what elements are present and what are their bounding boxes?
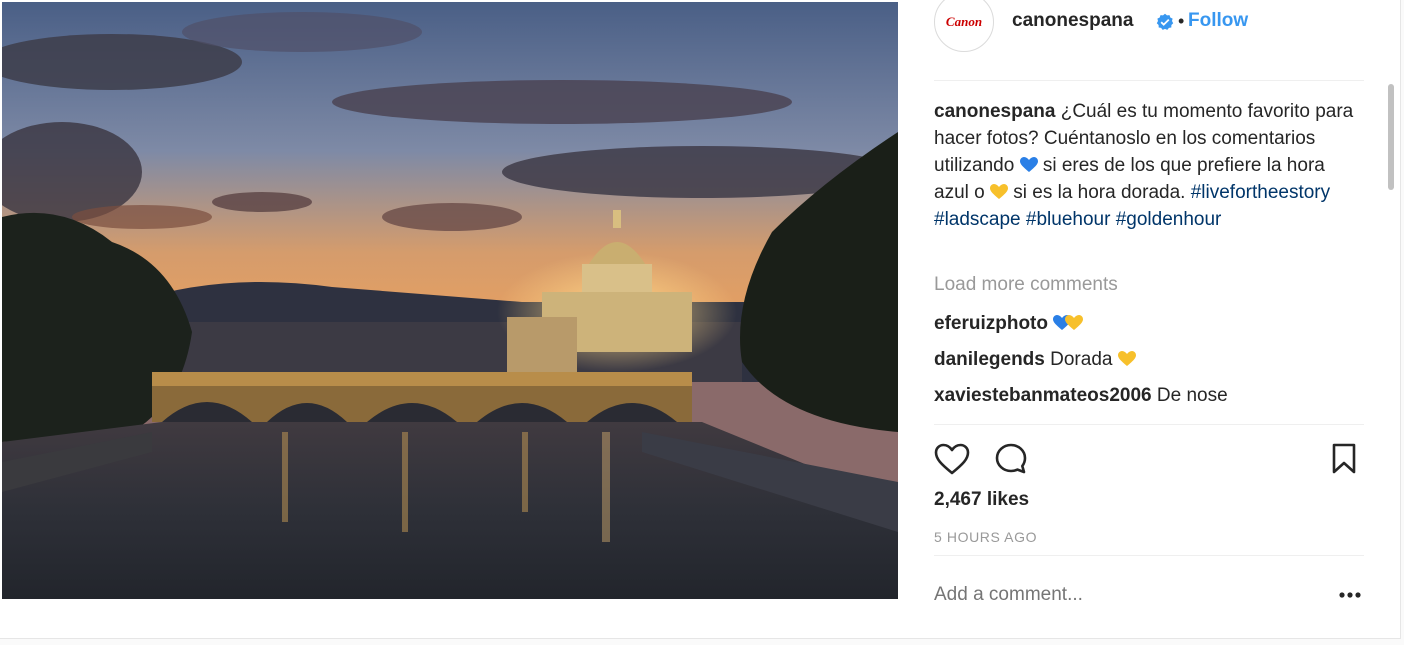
load-more-comments-button[interactable]: Load more comments bbox=[934, 274, 1118, 296]
yellow-heart-emoji-icon bbox=[1065, 315, 1084, 330]
caption-username[interactable]: canonespana bbox=[934, 101, 1055, 122]
yellow-heart-emoji-icon bbox=[989, 184, 1008, 199]
post-caption: canonespana ¿Cuál es tu momento favorito… bbox=[934, 98, 1354, 233]
avatar-logo-text: Canon bbox=[945, 14, 983, 29]
likes-count[interactable]: 2,467 likes bbox=[934, 489, 1029, 511]
rome-sunset-image bbox=[2, 2, 898, 599]
header-separator: • bbox=[1178, 11, 1185, 31]
comment-bubble-icon[interactable] bbox=[994, 442, 1028, 476]
comment-username[interactable]: eferuizphoto bbox=[934, 313, 1048, 334]
comment-row: danilegends Dorada bbox=[934, 348, 1136, 372]
hashtag-bluehour[interactable]: #bluehour bbox=[1026, 209, 1111, 230]
comments-list[interactable]: canonespana ¿Cuál es tu momento favorito… bbox=[934, 82, 1364, 422]
instagram-post: Canon canonespana • Follow canonespana ¿… bbox=[0, 0, 1401, 639]
add-comment-input[interactable] bbox=[934, 584, 1254, 606]
post-photo[interactable] bbox=[2, 2, 898, 599]
comments-scrollbar[interactable] bbox=[1388, 84, 1394, 190]
comment-row: xaviestebanmateos2006 De nose bbox=[934, 384, 1228, 408]
hashtag-goldenhour[interactable]: #goldenhour bbox=[1116, 209, 1222, 230]
comment-text: De nose bbox=[1156, 385, 1228, 406]
like-heart-icon[interactable] bbox=[934, 443, 970, 475]
comment-row: eferuizphoto bbox=[934, 312, 1084, 336]
more-options-icon[interactable] bbox=[1338, 590, 1362, 600]
caption-text-3: si es la hora dorada. bbox=[1013, 182, 1186, 203]
comment-text: Dorada bbox=[1050, 349, 1113, 370]
post-actions: 2,467 likes 5 HOURS AGO bbox=[934, 424, 1364, 556]
blue-heart-emoji-icon bbox=[1019, 157, 1038, 172]
comment-username[interactable]: xaviestebanmateos2006 bbox=[934, 385, 1152, 406]
header-username[interactable]: canonespana bbox=[1012, 10, 1133, 32]
post-timestamp[interactable]: 5 HOURS AGO bbox=[934, 529, 1037, 545]
bookmark-icon[interactable] bbox=[1331, 443, 1357, 475]
hashtag-ladscape[interactable]: #ladscape bbox=[934, 209, 1021, 230]
hashtag-livefortheestory[interactable]: #livefortheestory bbox=[1191, 182, 1330, 203]
post-header: Canon canonespana • Follow bbox=[934, 0, 1364, 81]
verified-badge-icon bbox=[1156, 13, 1174, 30]
follow-button[interactable]: Follow bbox=[1188, 10, 1248, 32]
avatar[interactable]: Canon bbox=[934, 0, 994, 52]
comment-username[interactable]: danilegends bbox=[934, 349, 1045, 370]
yellow-heart-emoji-icon bbox=[1117, 351, 1136, 366]
post-side-panel: Canon canonespana • Follow canonespana ¿… bbox=[898, 0, 1400, 638]
